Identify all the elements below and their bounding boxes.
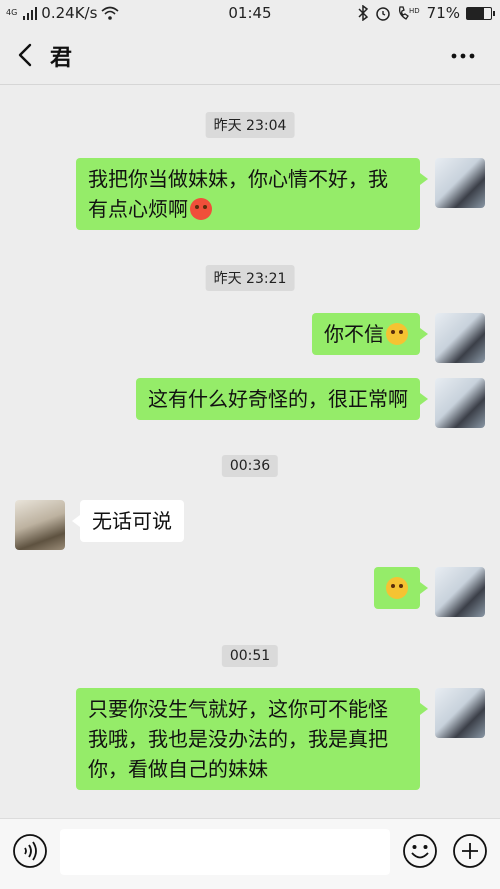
angry-emoji-icon — [190, 198, 212, 220]
message-line: 我哦，我也是没办法的，我是真把 — [88, 727, 388, 751]
status-bar: 4G 0.24K/s 01:45 HD 71% — [0, 0, 500, 26]
message-bubble-other[interactable]: 无话可说 — [72, 500, 184, 542]
avatar-me[interactable] — [435, 378, 485, 428]
avatar-other[interactable] — [15, 500, 65, 550]
message-input[interactable] — [60, 829, 390, 875]
input-bar — [0, 818, 500, 889]
svg-text:HD: HD — [409, 7, 420, 15]
more-options-icon[interactable] — [450, 46, 476, 66]
message-line: 你，看做自己的妹妹 — [88, 757, 268, 781]
timestamp: 00:36 — [221, 455, 279, 477]
back-arrow-icon[interactable] — [14, 42, 38, 68]
wide-eyes-emoji-icon — [386, 577, 408, 599]
chat-header: 君 — [0, 26, 500, 85]
message-bubble-me[interactable]: 只要你没生气就好，这你可不能怪 我哦，我也是没办法的，我是真把 你，看做自己的妹… — [76, 688, 428, 790]
bluetooth-icon — [358, 5, 368, 21]
emoji-icon[interactable] — [402, 833, 438, 869]
add-more-icon[interactable] — [452, 833, 488, 869]
message-bubble-me[interactable]: 你不信 — [312, 313, 428, 355]
battery-icon — [466, 6, 495, 20]
message-text: 你不信 — [324, 322, 384, 346]
message-bubble-me[interactable] — [374, 567, 428, 609]
alarm-icon — [375, 7, 390, 21]
message-bubble-me[interactable]: 这有什么好奇怪的，很正常啊 — [136, 378, 428, 420]
avatar-me[interactable] — [435, 158, 485, 208]
message-line: 有点心烦啊 — [88, 197, 188, 221]
thinking-emoji-icon — [386, 323, 408, 345]
message-list[interactable]: 昨天 23:04 我把你当做妹妹，你心情不好，我 有点心烦啊 昨天 23:21 … — [0, 85, 500, 818]
message-text: 这有什么好奇怪的，很正常啊 — [148, 387, 408, 411]
message-line: 我把你当做妹妹，你心情不好，我 — [88, 167, 388, 191]
hd-call-icon: HD — [398, 6, 420, 20]
voice-input-icon[interactable] — [12, 833, 48, 869]
message-line: 只要你没生气就好，这你可不能怪 — [88, 697, 388, 721]
timestamp: 昨天 23:21 — [205, 265, 295, 291]
avatar-me[interactable] — [435, 688, 485, 738]
timestamp: 昨天 23:04 — [205, 112, 295, 138]
message-text: 无话可说 — [92, 509, 172, 533]
battery-percent: 71% — [426, 4, 460, 22]
avatar-me[interactable] — [435, 313, 485, 363]
message-bubble-me[interactable]: 我把你当做妹妹，你心情不好，我 有点心烦啊 — [76, 158, 428, 230]
avatar-me[interactable] — [435, 567, 485, 617]
timestamp: 00:51 — [221, 645, 279, 667]
chat-title: 君 — [50, 46, 73, 71]
